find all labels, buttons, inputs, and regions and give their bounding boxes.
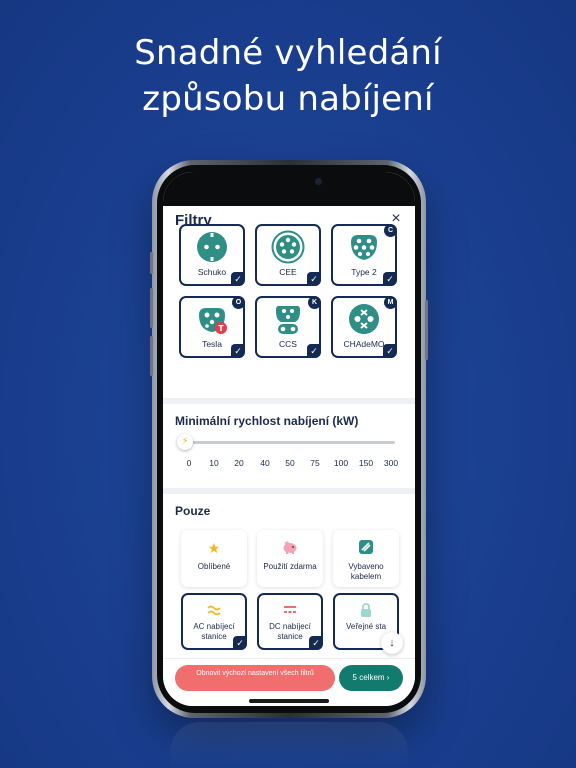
plug-tesla[interactable]: T Tesla O ✓ <box>179 296 245 358</box>
option-label: Vybaveno kabelem <box>348 562 384 581</box>
check-icon: ✓ <box>383 272 397 286</box>
option-favorites[interactable]: ★ Oblíbené <box>181 530 247 587</box>
phone-frame: Filtry × Schuko ✓ CEE ✓ Type 2 C ✓ T Tes… <box>150 160 428 718</box>
plug-type-grid: Schuko ✓ CEE ✓ Type 2 C ✓ T Tesla O ✓ CC… <box>169 224 409 358</box>
volume-down-button <box>150 336 153 376</box>
headline-line-1: Snadné vyhledání <box>134 33 442 73</box>
plug-chademo[interactable]: CHAdeMO M ✓ <box>331 296 397 358</box>
only-options-grid: ★ Oblíbené Použití zdarma Vybaveno kabel… <box>181 530 411 650</box>
plug-badge: O <box>232 296 245 309</box>
dc-current-icon <box>259 603 321 619</box>
lightning-icon: ⚡ <box>181 436 189 447</box>
chademo-socket-icon <box>349 304 379 334</box>
notch <box>229 172 349 192</box>
option-with-cable[interactable]: Vybaveno kabelem <box>333 530 399 587</box>
check-icon: ✓ <box>231 344 245 358</box>
plug-badge: C <box>384 224 397 237</box>
speed-section-title: Minimální rychlost nabíjení (kW) <box>175 414 359 428</box>
mute-switch <box>150 252 153 274</box>
phone-reflection <box>170 722 408 768</box>
section-divider <box>163 488 415 494</box>
scroll-down-button[interactable]: ↓ <box>381 632 403 654</box>
ac-current-icon <box>183 603 245 619</box>
tesla-socket-icon: T <box>199 308 227 334</box>
svg-text:T: T <box>218 324 224 333</box>
plug-type2[interactable]: Type 2 C ✓ <box>331 224 397 286</box>
option-dc-stations[interactable]: DC nabíjecí stanice ✓ <box>257 593 323 650</box>
headline-line-2: způsobu nabíjení <box>142 79 434 119</box>
speed-tick: 10 <box>209 458 219 468</box>
option-free-use[interactable]: Použití zdarma <box>257 530 323 587</box>
speed-tick: 20 <box>234 458 244 468</box>
option-label: Použití zdarma <box>263 562 317 571</box>
check-icon: ✓ <box>231 272 245 286</box>
reset-filters-button[interactable]: Obnovit výchozí nastavení všech filtrů <box>175 665 335 691</box>
arrow-down-icon: ↓ <box>389 637 395 649</box>
headline: Snadné vyhledání způsobu nabíjení <box>0 30 576 122</box>
only-section-title: Pouze <box>175 504 211 518</box>
piggy-bank-icon <box>257 540 323 556</box>
camera-icon <box>315 178 322 185</box>
bottom-action-bar: Obnovit výchozí nastavení všech filtrů 5… <box>163 658 415 706</box>
show-results-button[interactable]: 5 celkem › <box>339 665 403 691</box>
ccs-socket-icon <box>276 306 300 334</box>
check-icon: ✓ <box>309 636 323 650</box>
schuko-socket-icon <box>197 232 227 262</box>
cee-socket-icon <box>271 230 305 264</box>
cable-icon <box>333 540 399 556</box>
speed-tick: 150 <box>358 458 374 468</box>
star-icon: ★ <box>207 540 221 556</box>
volume-up-button <box>150 288 153 328</box>
app-screen: Filtry × Schuko ✓ CEE ✓ Type 2 C ✓ T Tes… <box>163 172 415 706</box>
option-ac-stations[interactable]: AC nabíjecí stanice ✓ <box>181 593 247 650</box>
check-icon: ✓ <box>233 636 247 650</box>
speed-tick: 75 <box>310 458 320 468</box>
plug-badge: K <box>308 296 321 309</box>
speed-slider-track[interactable] <box>189 441 395 444</box>
speed-tick: 50 <box>285 458 295 468</box>
plug-ccs[interactable]: CCS K ✓ <box>255 296 321 358</box>
speed-tick: 0 <box>186 458 192 468</box>
speed-slider-thumb[interactable]: ⚡ <box>177 434 193 450</box>
check-icon: ✓ <box>307 344 321 358</box>
speed-tick: 300 <box>383 458 399 468</box>
check-icon: ✓ <box>383 344 397 358</box>
speed-tick: 100 <box>333 458 349 468</box>
plug-cee[interactable]: CEE ✓ <box>255 224 321 286</box>
section-divider <box>163 398 415 404</box>
option-label: Oblíbené <box>197 562 231 571</box>
home-indicator <box>249 699 329 703</box>
lock-icon <box>335 603 397 619</box>
option-label: Veřejné sta <box>345 622 387 631</box>
speed-tick: 40 <box>260 458 270 468</box>
check-icon: ✓ <box>307 272 321 286</box>
plug-badge: M <box>384 296 397 309</box>
type2-socket-icon <box>351 235 377 260</box>
power-button <box>425 300 428 360</box>
plug-schuko[interactable]: Schuko ✓ <box>179 224 245 286</box>
